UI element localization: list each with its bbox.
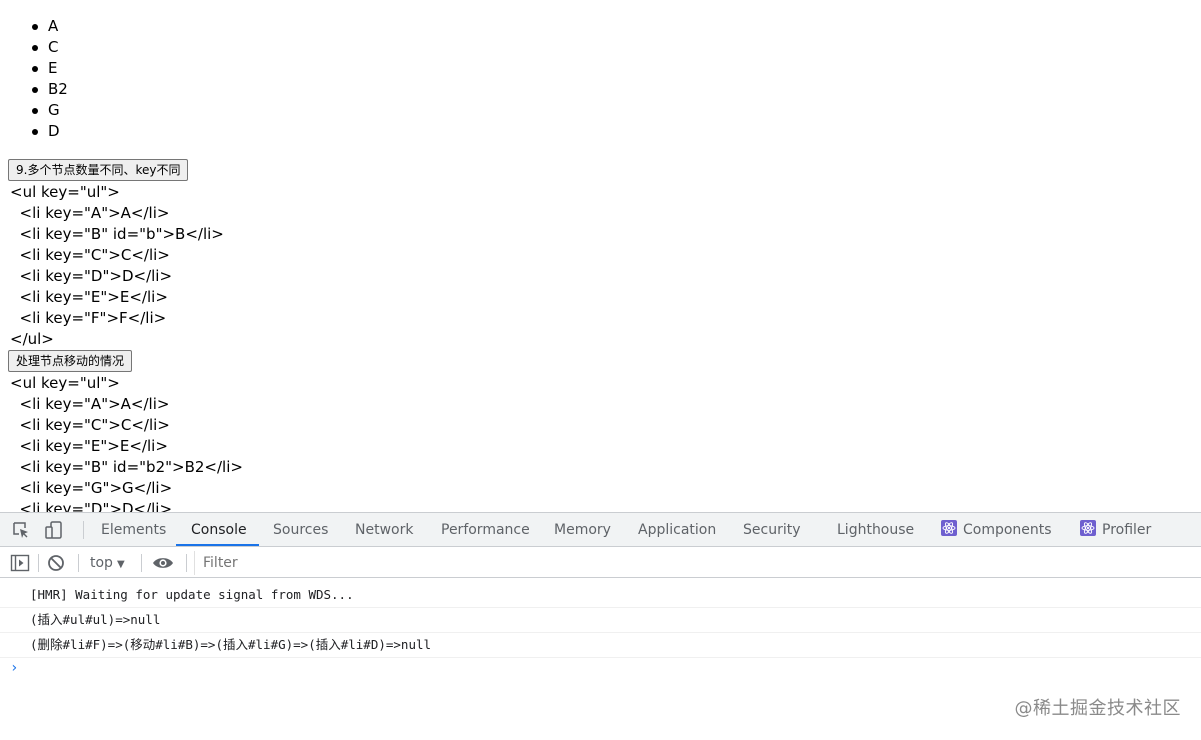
tab-network[interactable]: Network [355,513,413,547]
filter-input[interactable] [194,551,1201,575]
new-vnode-code: <ul key="ul"> <li key="A">A</li> <li key… [10,374,243,512]
toolbar-divider [186,554,187,572]
tab-security[interactable]: Security [743,513,801,547]
watermark: @稀土掘金技术社区 [1014,698,1181,719]
tab-lighthouse[interactable]: Lighthouse [837,513,914,547]
show-sidebar-icon[interactable] [10,553,30,573]
tab-memory[interactable]: Memory [554,513,611,547]
list-item: C [32,37,68,58]
tab-profiler-label: Profiler [1102,522,1152,538]
list-item: E [32,58,68,79]
list-item: B2 [32,80,68,98]
rendered-list: A C E B2 G D [32,16,68,142]
toolbar-divider [78,554,79,572]
console-message-text: [HMR] Waiting for update signal from WDS… [30,587,354,602]
console-prompt-icon[interactable]: › [10,660,18,676]
live-expression-eye-icon[interactable] [152,553,173,573]
tab-components[interactable]: Components [941,513,1052,547]
list-item: A [32,16,68,37]
console-message: (插入#ul#ul)=>null [0,608,1201,633]
tab-profiler[interactable]: Profiler [1080,513,1151,547]
toolbar-divider [141,554,142,572]
tabbar-divider [83,521,84,539]
active-tab-indicator [176,544,259,546]
react-icon [941,515,957,536]
tab-performance[interactable]: Performance [441,513,530,547]
test-case-9-button[interactable]: 9.多个节点数量不同、key不同 [8,159,189,181]
list-item: G [32,100,68,121]
toolbar-divider [38,554,39,572]
tab-components-label: Components [963,522,1052,538]
inspect-element-icon[interactable] [11,520,31,540]
list-item: D [32,121,68,142]
tab-elements[interactable]: Elements [101,513,166,547]
tab-console[interactable]: Console [191,513,247,547]
console-toolbar: top ▼ [0,548,1201,578]
context-label: top [90,555,113,571]
devtools-tabbar: Elements Console Sources Network Perform… [0,513,1201,547]
tab-sources[interactable]: Sources [273,513,328,547]
react-icon [1080,515,1096,536]
console-message-text: (删除#li#F)=>(移动#li#B)=>(插入#li#G)=>(插入#li#… [30,637,432,652]
old-vnode-code: <ul key="ul"> <li key="A">A</li> <li key… [10,183,224,348]
clear-console-icon[interactable] [46,553,66,573]
console-message-text: (插入#ul#ul)=>null [30,612,161,627]
devtools-panel: Elements Console Sources Network Perform… [0,512,1201,740]
handle-node-move-button[interactable]: 处理节点移动的情况 [8,350,133,372]
context-selector[interactable]: top ▼ [90,548,125,578]
device-toolbar-icon[interactable] [44,520,64,540]
tab-application[interactable]: Application [638,513,716,547]
page-content: A C E B2 G D 9.多个节点数量不同、key不同 <ul key="u… [0,0,1201,512]
console-message: (删除#li#F)=>(移动#li#B)=>(插入#li#G)=>(插入#li#… [0,633,1201,658]
console-message: [HMR] Waiting for update signal from WDS… [0,583,1201,608]
dropdown-arrow-icon: ▼ [116,559,125,570]
